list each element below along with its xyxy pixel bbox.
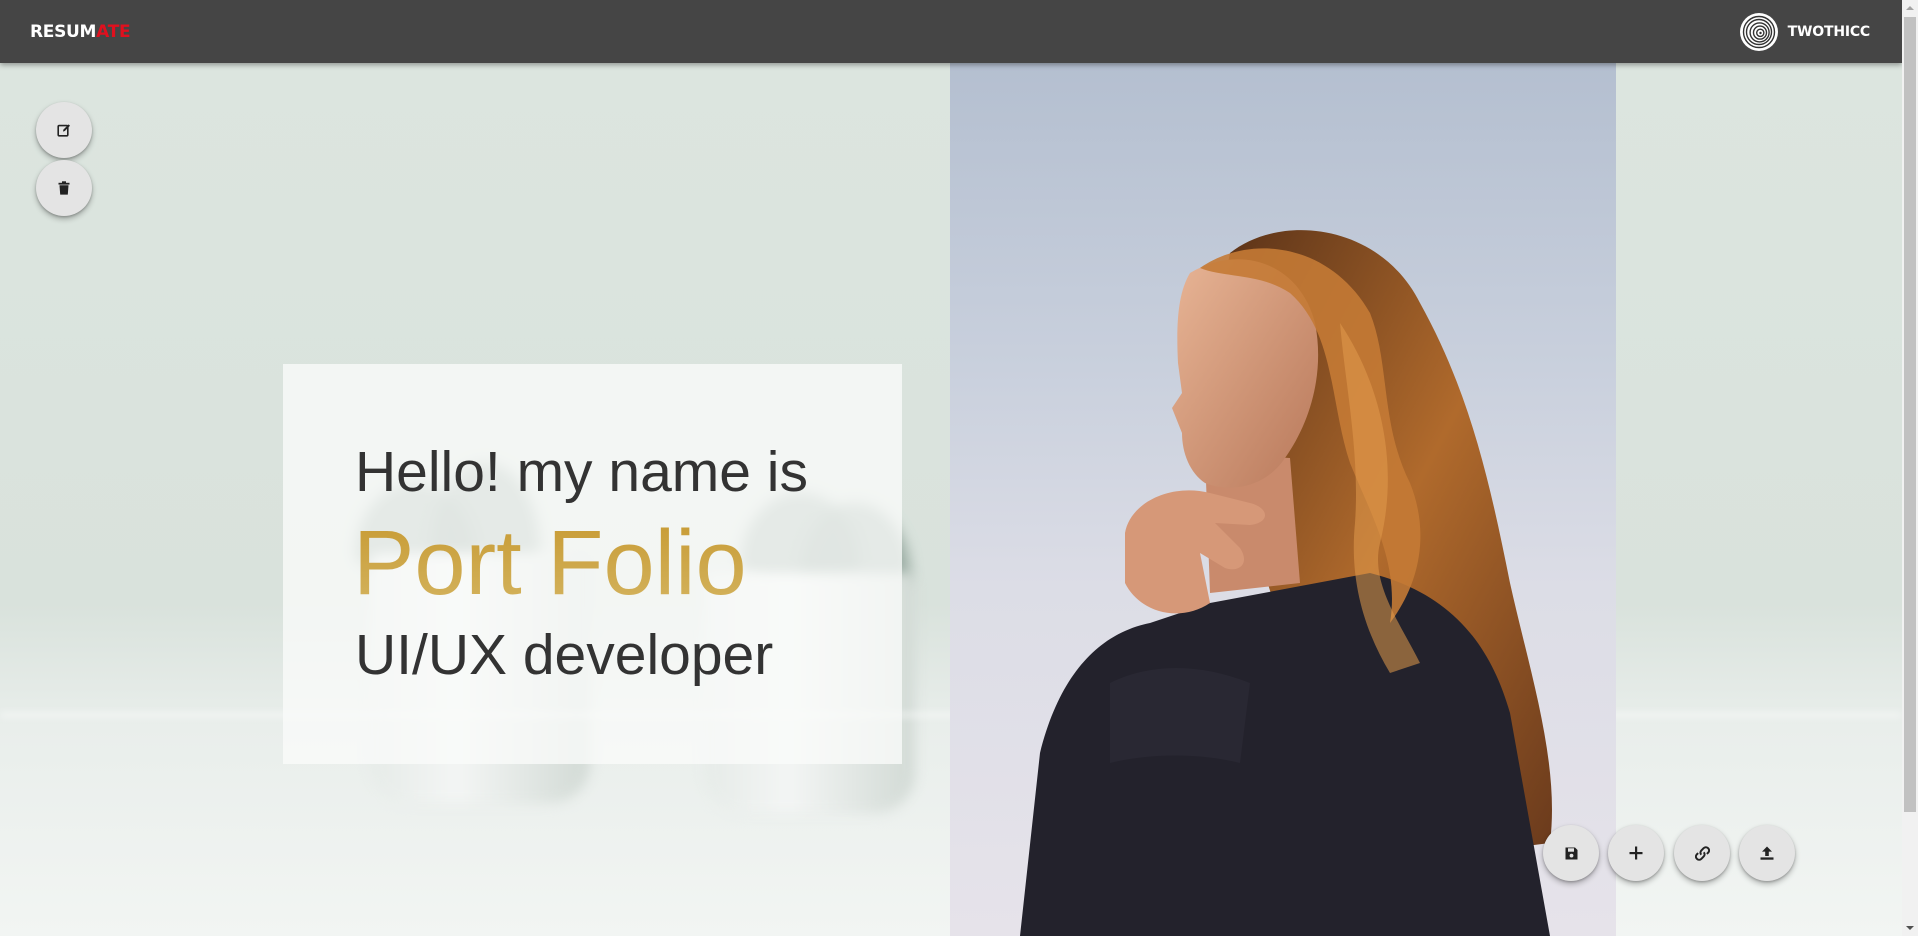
- add-button[interactable]: [1608, 825, 1664, 881]
- name-heading: Port Folio: [353, 512, 747, 614]
- link-button[interactable]: [1674, 825, 1730, 881]
- avatar[interactable]: [1739, 13, 1778, 51]
- brand-logo[interactable]: RESUMATE: [30, 20, 131, 44]
- user-menu[interactable]: TWOTHICC: [1739, 12, 1871, 52]
- edit-button[interactable]: [36, 102, 92, 158]
- brand-logo-accent: ATE: [96, 22, 131, 42]
- delete-button[interactable]: [36, 160, 92, 216]
- plus-icon: [1629, 846, 1643, 860]
- greeting-text: Hello! my name is: [355, 440, 808, 504]
- portrait-photo: [950, 63, 1616, 936]
- intro-card: Hello! my name is Port Folio UI/UX devel…: [283, 364, 902, 764]
- save-button[interactable]: [1543, 825, 1599, 881]
- scrollbar-thumb[interactable]: [1904, 17, 1916, 812]
- trash-icon: [58, 181, 70, 195]
- upload-icon: [1760, 846, 1774, 860]
- scroll-down-arrow-icon[interactable]: [1902, 920, 1918, 936]
- upload-button[interactable]: [1739, 825, 1795, 881]
- spiral-avatar-icon: [1742, 15, 1775, 49]
- scroll-up-arrow-icon[interactable]: [1902, 0, 1918, 16]
- brand-logo-text: RESUM: [30, 22, 97, 42]
- vertical-scrollbar[interactable]: [1902, 0, 1918, 936]
- role-text: UI/UX developer: [355, 623, 774, 687]
- resume-page: Hello! my name is Port Folio UI/UX devel…: [0, 0, 1918, 936]
- link-icon: [1694, 845, 1710, 861]
- top-navbar: RESUMATE TWOTHICC: [0, 0, 1902, 63]
- save-icon: [1565, 847, 1577, 859]
- username-label[interactable]: TWOTHICC: [1788, 24, 1871, 40]
- edit-icon: [57, 124, 70, 137]
- portrait-illustration: [1020, 230, 1552, 936]
